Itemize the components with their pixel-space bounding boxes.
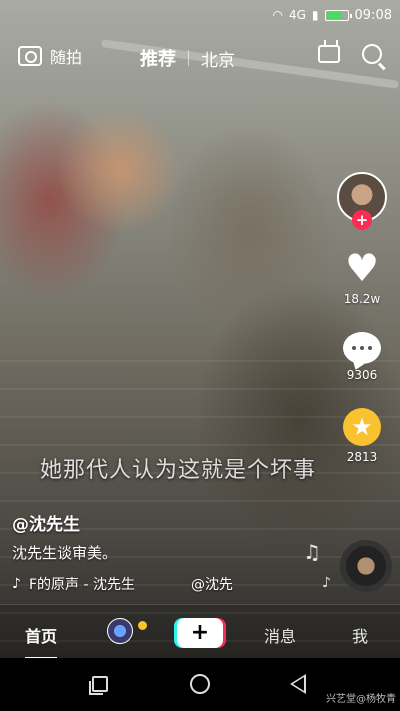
author-avatar[interactable]: + [337,172,387,230]
recents-button[interactable] [89,676,108,695]
music-mention: @沈先 [190,577,233,593]
floating-note-icon: ♪ [322,575,331,591]
tab-recommended[interactable]: 推荐 [140,45,176,71]
comment-icon [343,332,381,364]
heart-icon: ♥ [344,246,380,290]
watermark: 兴艺堂@杨牧青 [326,694,396,705]
like-count: 18.2w [343,292,381,306]
floating-note-icon: ♫ [303,540,321,564]
clock: 09:08 [354,7,392,23]
tab-me[interactable]: 我 [352,623,368,647]
friend-avatar[interactable] [107,618,133,644]
like-button[interactable]: ♥ 18.2w [344,248,381,306]
top-nav-actions [318,44,382,64]
create-button[interactable]: + [177,618,223,648]
video-subtitle: 她那代人认为这就是个坏事 [40,458,317,483]
signal-icon: ▮ [311,8,319,22]
music-note-icon: ♪ [12,576,21,592]
camera-icon [18,46,42,66]
notification-dot [138,621,147,630]
tab-divider [188,50,189,66]
music-disc[interactable] [340,540,392,592]
back-button[interactable] [290,674,306,694]
network-label: 4G [288,8,306,22]
star-icon: ★ [343,408,381,446]
right-rail: + ♥ 18.2w 9306 ★ 2813 [332,172,392,464]
music-title: F的原声 - 沈先生 [28,577,135,593]
tab-local[interactable]: 北京 [201,46,235,71]
comment-button[interactable]: 9306 [343,332,381,382]
top-nav: 随拍 推荐 北京 [0,40,400,76]
search-icon[interactable] [362,44,382,64]
status-bar: ◠ 4G ▮ 09:08 [0,0,400,30]
music-info[interactable]: ♪ F的原声 - 沈先生 @沈先 [12,574,233,594]
battery-icon [324,9,352,21]
wifi-icon: ◠ [272,8,283,22]
camera-button[interactable]: 随拍 [18,44,82,68]
comment-count: 9306 [346,368,378,382]
home-button[interactable] [190,674,210,694]
follow-button[interactable]: + [352,210,372,230]
tab-messages[interactable]: 消息 [264,623,296,647]
post-caption: 沈先生谈审美。 [12,544,118,562]
tv-icon[interactable] [318,45,340,63]
bottom-tab-bar: 首页 + 消息 我 [0,604,400,659]
author-username[interactable]: @沈先生 [12,510,80,535]
tab-home[interactable]: 首页 [25,623,58,659]
feed-tabs: 推荐 北京 [140,45,235,71]
camera-label: 随拍 [50,48,83,67]
